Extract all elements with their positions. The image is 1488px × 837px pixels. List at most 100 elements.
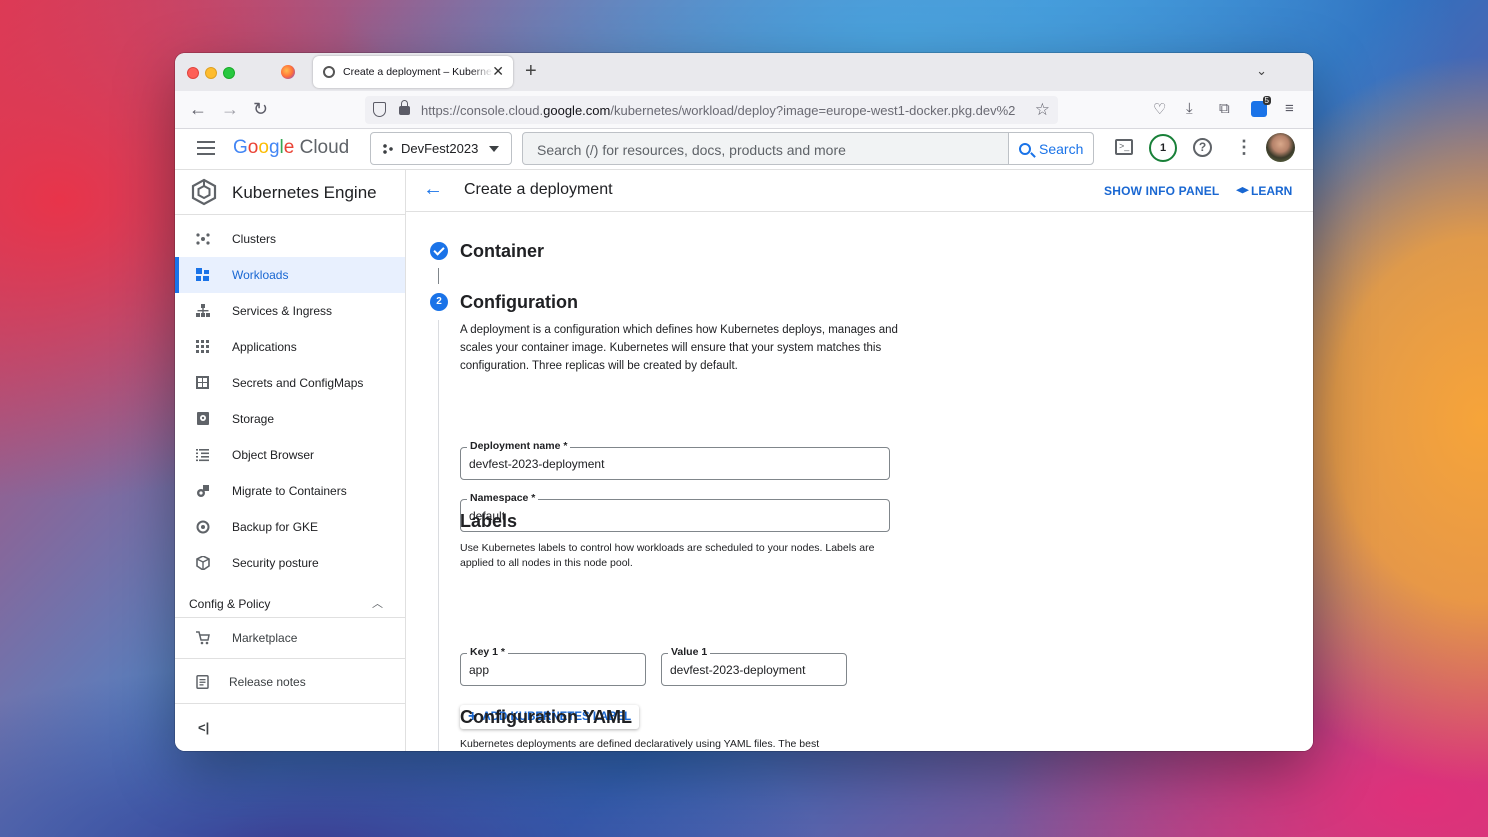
navigation-bar: ← → ↻ https://console.cloud.google.com/k… [175,91,1313,129]
sidebar-item-label: Migrate to Containers [232,484,347,498]
chevron-up-icon[interactable]: ︿ [372,590,383,618]
value1-value[interactable]: devfest-2023-deployment [670,663,805,677]
step-container-title[interactable]: Container [460,241,544,262]
yaml-description: Kubernetes deployments are defined decla… [460,738,820,750]
secrets-icon [196,376,209,389]
step-number-badge: 2 [430,293,448,311]
section-label: Config & Policy [189,597,271,611]
security-icon [196,556,210,570]
show-info-panel-button[interactable]: SHOW INFO PANEL [1104,184,1219,198]
downloads-icon[interactable]: ⤓ [1186,100,1193,117]
labels-title: Labels [460,511,518,531]
learn-button[interactable]: LEARN [1236,184,1292,198]
bookmark-star-icon[interactable]: ☆ [1035,100,1050,120]
lock-icon[interactable] [399,100,410,115]
close-window-button[interactable] [187,67,199,79]
browser-tab[interactable]: Create a deployment – Kubernetes Engine … [313,56,513,88]
applications-icon [196,340,209,353]
sidebar-item-object-browser[interactable]: Object Browser [175,437,405,473]
workloads-icon [196,268,209,281]
minimize-window-button[interactable] [205,67,217,79]
storage-icon [197,412,209,425]
backup-icon [196,520,210,534]
key1-value[interactable]: app [469,663,489,677]
value1-field[interactable]: Value 1 devfest-2023-deployment [661,646,847,686]
list-tabs-icon[interactable]: ⌄ [1256,63,1267,79]
url-bar[interactable]: https://console.cloud.google.com/kuberne… [365,96,1058,124]
tracking-protection-icon[interactable] [373,102,386,117]
project-name: DevFest2023 [401,141,479,156]
cloud-shell-icon[interactable]: >_ [1115,139,1133,155]
sidebar-title: Kubernetes Engine [232,183,377,202]
sidebar-item-workloads[interactable]: Workloads [175,257,405,293]
back-icon[interactable]: ← [189,99,207,119]
help-icon[interactable]: ? [1193,138,1212,157]
sidebar-item-label: Services & Ingress [232,304,333,318]
notifications-badge[interactable]: 1 [1149,134,1177,162]
graduation-cap-icon [1236,187,1249,194]
sidebar-item-label: Clusters [232,232,277,246]
url-text[interactable]: https://console.cloud.google.com/kuberne… [421,103,1031,118]
sidebar-divider [175,658,405,659]
value1-label: Value 1 [668,646,711,658]
namespace-field[interactable]: Namespace * default [460,492,890,532]
sidebar-item-label: Applications [232,340,297,354]
extension-badge-count: 5 [1262,96,1271,105]
search-button[interactable]: Search [1008,133,1093,164]
sidebar-section-config-policy[interactable]: Config & Policy ︿ [175,590,405,618]
sidebar-item-applications[interactable]: Applications [175,329,405,365]
more-options-icon[interactable]: ⋮ [1235,137,1253,157]
forward-icon[interactable]: → [221,99,239,119]
firefox-view-icon[interactable] [281,65,295,79]
labels-description: Use Kubernetes labels to control how wor… [460,542,875,569]
services-icon [196,304,210,317]
sidebar-item-label: Secrets and ConfigMaps [232,376,364,390]
sidebar-item-label: Workloads [232,268,289,282]
sidebar-item-label: Marketplace [232,631,298,645]
bitwarden-extension-icon[interactable]: 5 [1251,96,1271,117]
app-menu-icon[interactable]: ≡ [1285,100,1294,117]
configuration-description: A deployment is a configuration which de… [460,324,898,372]
sidebar-item-security[interactable]: Security posture [175,545,405,581]
step-connector [438,268,439,284]
sidebar-item-storage[interactable]: Storage [175,401,405,437]
zoom-window-button[interactable] [223,67,235,79]
page-header: ← Create a deployment SHOW INFO PANEL LE… [406,170,1313,212]
sidebar-item-backup[interactable]: Backup for GKE [175,509,405,545]
kubernetes-engine-icon [191,178,217,206]
sidebar-item-label: Security posture [232,556,319,570]
deployment-name-field[interactable]: Deployment name * devfest-2023-deploymen… [460,440,890,480]
sidebar-item-clusters[interactable]: Clusters [175,221,405,257]
tab-favicon-icon [323,66,335,78]
step-connector [438,320,439,751]
back-arrow-icon[interactable]: ← [423,178,443,201]
pocket-icon[interactable]: ♡ [1153,100,1166,118]
collapse-sidebar-icon[interactable]: <| [198,720,209,735]
sidebar-item-label: Object Browser [232,448,315,462]
clusters-icon [196,233,210,245]
sidebar-item-migrate[interactable]: Migrate to Containers [175,473,405,509]
avatar[interactable] [1266,133,1295,162]
sidebar-header: Kubernetes Engine [175,170,405,215]
search-box[interactable]: Search (/) for resources, docs, products… [522,132,1094,165]
reload-icon[interactable]: ↻ [253,99,268,119]
step-configuration-title: Configuration [460,292,578,312]
new-tab-button[interactable]: + [525,61,537,81]
sidebar-item-label: Release notes [229,675,306,689]
sidebar-item-release-notes[interactable]: Release notes [175,664,405,700]
extensions-icon[interactable]: ⧉ [1219,100,1230,117]
sidebar-item-secrets[interactable]: Secrets and ConfigMaps [175,365,405,401]
sidebar-item-marketplace[interactable]: Marketplace [175,620,405,656]
release-notes-icon [196,675,209,689]
google-cloud-logo[interactable]: Google Cloud [233,137,349,159]
main-menu-icon[interactable] [197,141,215,155]
migrate-icon [197,485,209,497]
sidebar-item-services[interactable]: Services & Ingress [175,293,405,329]
search-placeholder[interactable]: Search (/) for resources, docs, products… [537,142,846,158]
tab-close-icon[interactable]: ✕ [492,63,504,80]
key1-label: Key 1 * [467,646,509,658]
key1-field[interactable]: Key 1 * app [460,646,646,686]
project-selector[interactable]: DevFest2023 [370,132,512,165]
caret-down-icon [489,146,499,152]
deployment-name-value[interactable]: devfest-2023-deployment [469,457,604,471]
